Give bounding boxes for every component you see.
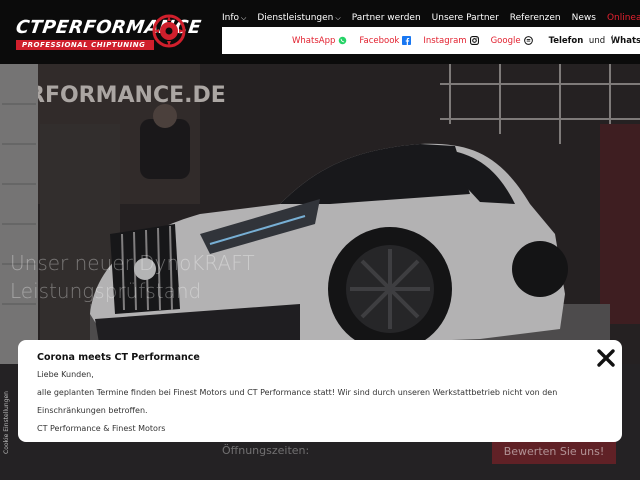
modal-title: Corona meets CT Performance bbox=[37, 352, 200, 363]
review-button[interactable]: Bewerten Sie uns! bbox=[492, 440, 616, 464]
nav-item-referenzen[interactable]: Referenzen bbox=[510, 10, 561, 26]
und-label: und bbox=[586, 35, 608, 46]
modal-body-2: Einschränkungen betroffen. bbox=[37, 406, 148, 415]
google-reviews-icon bbox=[523, 36, 533, 45]
cookie-settings-label: Cookie Einstellungen bbox=[3, 391, 10, 454]
whatsapp-link[interactable]: WhatsApp bbox=[292, 36, 347, 46]
whatsapp-label-2: WhatsApp bbox=[610, 35, 640, 46]
hero-title-line-1: Unser neuer DynoKRAFT bbox=[10, 251, 255, 275]
social-bar: WhatsApp Facebook Instagram Google Telef… bbox=[222, 27, 640, 54]
phone-whatsapp-link[interactable]: Telefon und WhatsApp bbox=[549, 36, 640, 46]
chevron-down-icon: ⌵ bbox=[241, 14, 247, 22]
instagram-icon bbox=[469, 36, 479, 45]
modal-greeting: Liebe Kunden, bbox=[37, 370, 94, 379]
nav-item-news[interactable]: News bbox=[572, 10, 596, 26]
instagram-link[interactable]: Instagram bbox=[423, 35, 479, 46]
whatsapp-label: WhatsApp bbox=[292, 35, 336, 46]
divider: | bbox=[610, 35, 614, 45]
google-label: Google bbox=[490, 35, 521, 46]
modal-body: alle geplanten Termine finden bei Finest… bbox=[37, 388, 558, 397]
whatsapp-icon bbox=[339, 36, 347, 45]
hero-title-line-2: Leistungsprüfstand bbox=[10, 279, 202, 303]
nav-item-onlineanfrage[interactable]: Onlineanfrage bbox=[607, 10, 640, 26]
modal-signoff: CT Performance & Finest Motors bbox=[37, 424, 166, 433]
logo-emblem-icon bbox=[152, 14, 186, 48]
logo-tagline: PROFESSIONAL CHIPTUNING bbox=[16, 40, 154, 50]
facebook-label: Facebook bbox=[359, 35, 400, 46]
hero-title: Unser neuer DynoKRAFT Leistungsprüfstand bbox=[10, 249, 310, 305]
cookie-settings-tab[interactable]: Cookie Einstellungen bbox=[0, 390, 14, 454]
header: CTPERFORMANCE PROFESSIONAL CHIPTUNING In… bbox=[0, 0, 640, 64]
logo[interactable]: CTPERFORMANCE PROFESSIONAL CHIPTUNING bbox=[10, 12, 203, 52]
close-icon[interactable] bbox=[596, 348, 616, 368]
facebook-icon bbox=[402, 36, 412, 45]
nav-item-partner-werden[interactable]: Partner werden bbox=[352, 10, 421, 26]
main-navigation: Info ⌵ Dienstleistungen ⌵ Partner werden U… bbox=[222, 10, 640, 26]
instagram-label: Instagram bbox=[423, 35, 467, 46]
google-link[interactable]: Google bbox=[491, 36, 533, 46]
chevron-down-icon: ⌵ bbox=[335, 14, 341, 22]
corona-notice-modal: Corona meets CT Performance Liebe Kunden… bbox=[18, 340, 622, 442]
nav-item-dienstleistungen[interactable]: Dienstleistungen ⌵ bbox=[257, 10, 340, 26]
telefon-label: Telefon bbox=[548, 35, 584, 46]
nav-item-info[interactable]: Info ⌵ bbox=[222, 10, 246, 26]
opening-hours-heading: Öffnungszeiten: bbox=[222, 444, 310, 457]
facebook-link[interactable]: Facebook bbox=[359, 35, 412, 46]
nav-item-unsere-partner[interactable]: Unsere Partner bbox=[432, 10, 499, 26]
